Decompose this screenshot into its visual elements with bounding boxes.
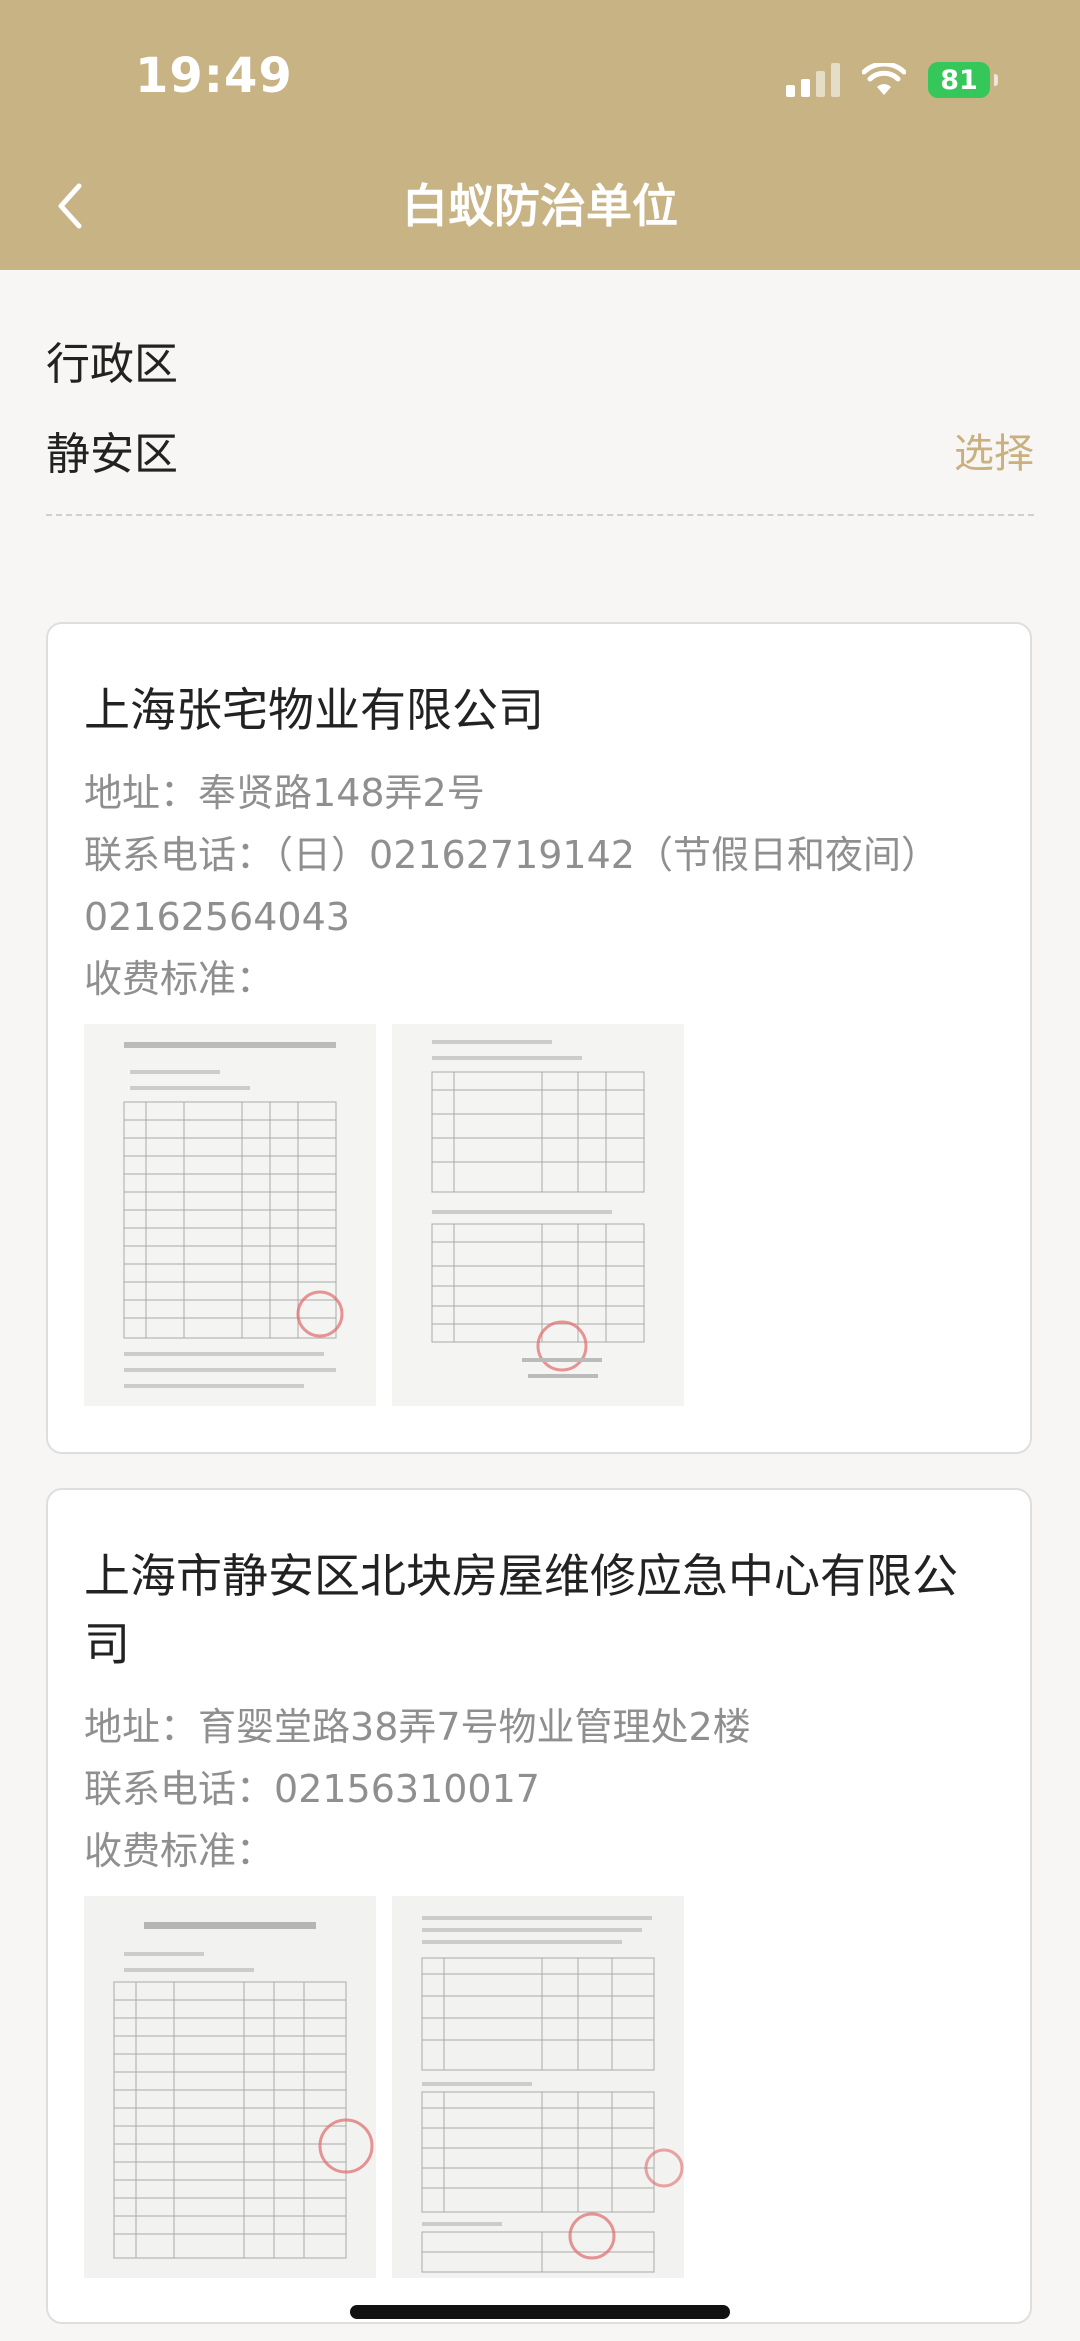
company-name: 上海张宅物业有限公司 <box>84 683 544 737</box>
phone-label: 联系电话： <box>84 833 275 877</box>
company-phone: 联系电话：02156310017 <box>84 1758 994 1820</box>
fee-images <box>84 1024 994 1406</box>
district-value: 静安区 <box>46 429 178 480</box>
app-header: 19:49 81 白蚁防治单位 <box>0 0 1080 270</box>
fee-document-image[interactable] <box>392 1896 684 2278</box>
fee-document-image[interactable] <box>392 1024 684 1406</box>
phone-label: 联系电话： <box>84 1767 275 1811</box>
company-phone: 联系电话：（日）02162719142（节假日和夜间） <box>84 824 994 886</box>
back-button[interactable] <box>40 176 100 236</box>
chevron-left-icon <box>58 183 82 229</box>
company-phone-secondary[interactable]: 02162564043 <box>84 886 994 948</box>
home-indicator[interactable] <box>350 2305 730 2319</box>
address-label: 地址： <box>84 771 199 815</box>
fee-label: 收费标准： <box>84 957 275 1001</box>
wifi-icon <box>862 63 906 95</box>
address-value: 奉贤路148弄2号 <box>198 771 485 815</box>
company-card[interactable]: 上海市静安区北块房屋维修应急中心有限公 司 地址：育婴堂路38弄7号物业管理处2… <box>46 1488 1032 2324</box>
address-label: 地址： <box>84 1705 199 1749</box>
fee-label: 收费标准： <box>84 1829 275 1873</box>
select-district-button[interactable]: 选择 <box>954 421 1034 479</box>
district-row: 静安区 选择 <box>46 418 1034 482</box>
phone-value[interactable]: （日）02162719142（节假日和夜间） <box>274 833 939 877</box>
battery-icon: 81 <box>928 62 998 98</box>
phone-value[interactable]: 02156310017 <box>274 1767 540 1811</box>
company-name-line: 司 <box>84 1617 130 1671</box>
district-label: 行政区 <box>46 339 178 390</box>
company-address: 地址：育婴堂路38弄7号物业管理处2楼 <box>84 1696 994 1758</box>
company-address: 地址：奉贤路148弄2号 <box>84 762 994 824</box>
status-time: 19:49 <box>135 48 293 104</box>
page-title: 白蚁防治单位 <box>402 179 678 233</box>
divider <box>46 514 1034 516</box>
company-name: 上海市静安区北块房屋维修应急中心有限公 司 <box>84 1542 994 1678</box>
fee-document-image[interactable] <box>84 1896 376 2278</box>
company-card[interactable]: 上海张宅物业有限公司 地址：奉贤路148弄2号 联系电话：（日）02162719… <box>46 622 1032 1454</box>
fee-document-image[interactable] <box>84 1024 376 1406</box>
company-name-line: 上海市静安区北块房屋维修应急中心有限公 <box>84 1549 958 1603</box>
fee-images <box>84 1896 994 2278</box>
address-value: 育婴堂路38弄7号物业管理处2楼 <box>198 1705 751 1749</box>
cellular-signal-icon <box>786 63 840 97</box>
status-icons: 81 <box>786 58 998 102</box>
